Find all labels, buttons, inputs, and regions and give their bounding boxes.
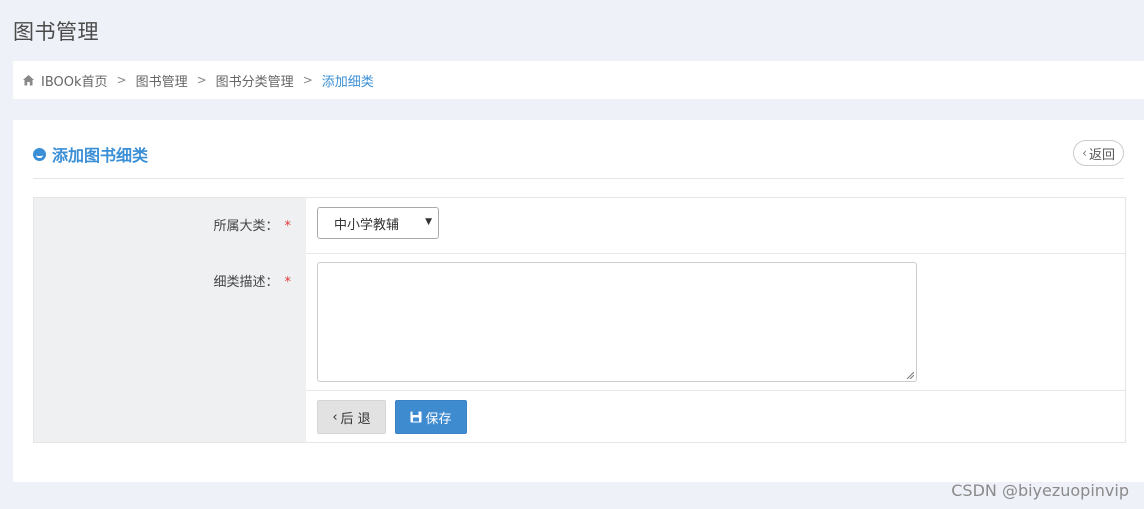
category-icon [33, 147, 46, 161]
breadcrumb-item-home[interactable]: IBOOk首页 [41, 71, 108, 90]
breadcrumb-item-book-management[interactable]: 图书管理 [136, 71, 188, 90]
return-button[interactable]: ‹ 返回 [1073, 140, 1124, 166]
breadcrumb-item-current: 添加细类 [321, 74, 374, 90]
form-label-column [34, 198, 306, 442]
breadcrumb-item-category-management[interactable]: 图书分类管理 [216, 71, 294, 90]
required-mark: * [284, 275, 292, 290]
breadcrumb: IBOOk首页 > 图书管理 > 图书分类管理 > 添加细类 [13, 61, 1144, 99]
home-icon [23, 74, 34, 85]
add-subcategory-form: 所属大类： * 中小学教辅 ▼ 细类描述： * ‹ 后 退 保存 [33, 197, 1126, 443]
back-button[interactable]: ‹ 后 退 [317, 400, 386, 434]
panel-title-text: 添加图书细类 [52, 146, 149, 165]
chevron-right-icon: > [196, 73, 207, 87]
panel-title: 添加图书细类 [33, 142, 148, 166]
resize-grip-icon[interactable] [906, 371, 914, 379]
row-divider [306, 253, 1125, 254]
parent-category-value: 中小学教辅 [334, 217, 400, 233]
panel-header: 添加图书细类 ‹ 返回 [33, 140, 1124, 179]
row-divider [306, 390, 1125, 391]
watermark: CSDN @biyezuopinvip [951, 481, 1129, 500]
back-button-label: 后 退 [340, 411, 371, 427]
chevron-left-icon: ‹ [332, 409, 338, 425]
description-label: 细类描述： * [213, 271, 291, 290]
return-button-label: 返回 [1088, 147, 1115, 163]
save-icon [410, 411, 422, 423]
form-panel: 添加图书细类 ‹ 返回 所属大类： * 中小学教辅 ▼ 细类描述： * ‹ 后 … [13, 120, 1144, 482]
category-label: 所属大类： * [213, 215, 291, 234]
description-textarea[interactable] [317, 262, 917, 382]
save-button[interactable]: 保存 [395, 400, 467, 434]
category-label-text: 所属大类： [213, 219, 279, 234]
caret-down-icon: ▼ [425, 217, 432, 227]
page-title: 图书管理 [13, 20, 99, 44]
parent-category-select[interactable]: 中小学教辅 ▼ [317, 207, 439, 239]
save-button-label: 保存 [425, 411, 452, 427]
chevron-right-icon: > [116, 73, 127, 87]
chevron-left-icon: ‹ [1082, 146, 1087, 160]
description-label-text: 细类描述： [213, 275, 279, 290]
chevron-right-icon: > [302, 73, 313, 87]
required-mark: * [284, 219, 292, 234]
